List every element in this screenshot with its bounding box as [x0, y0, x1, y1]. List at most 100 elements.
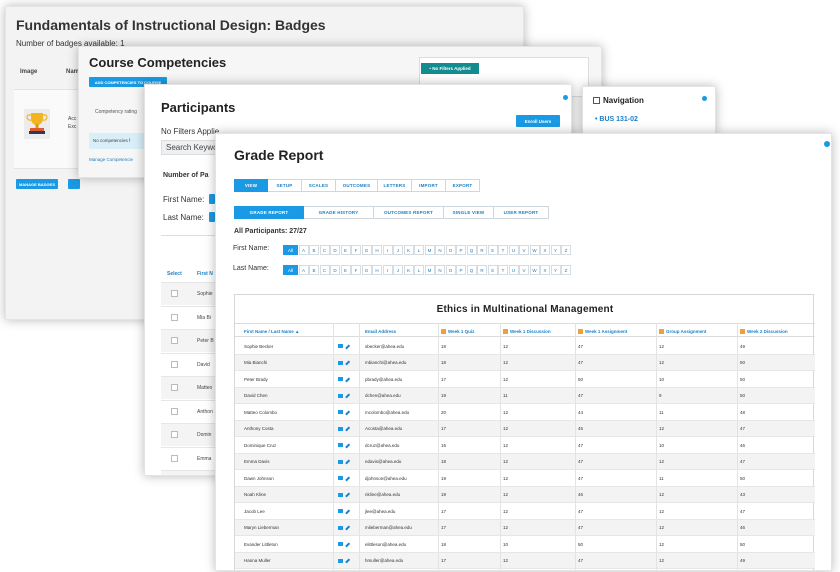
- student-name[interactable]: Noah Kline: [244, 487, 266, 504]
- grade-week1-discussion[interactable]: 12: [503, 421, 508, 438]
- student-name[interactable]: Anthony Costa: [244, 421, 274, 438]
- grade-week1-assignment[interactable]: 47: [578, 338, 583, 355]
- grade-week1-assignment[interactable]: 50: [578, 371, 583, 388]
- grade-group-assignment[interactable]: 9: [659, 388, 662, 405]
- initial-letter[interactable]: K: [403, 245, 414, 255]
- grade-week1-quiz[interactable]: 17: [441, 553, 446, 570]
- student-name[interactable]: Sophie Becker: [244, 338, 273, 355]
- student-name[interactable]: Peter Brady: [244, 371, 268, 388]
- initial-letter[interactable]: X: [540, 245, 550, 255]
- initial-letter[interactable]: P: [456, 245, 466, 255]
- initial-letter[interactable]: L: [414, 265, 424, 275]
- tab-single-view[interactable]: SINGLE VIEW: [444, 206, 494, 219]
- grade-week1-quiz[interactable]: 16: [441, 437, 446, 454]
- edit-pencil-icon[interactable]: [345, 442, 350, 448]
- initial-letter[interactable]: G: [361, 245, 372, 255]
- student-name[interactable]: Jacob Lee: [244, 503, 265, 520]
- participant-name[interactable]: Matteo: [197, 385, 212, 391]
- grade-week1-quiz[interactable]: 18: [441, 536, 446, 553]
- initial-letter[interactable]: D: [330, 265, 340, 275]
- initial-all[interactable]: All: [283, 245, 298, 255]
- participant-name[interactable]: Emma: [197, 456, 211, 462]
- initial-letter[interactable]: R: [477, 265, 487, 275]
- student-name[interactable]: Mia Bianchi: [244, 355, 267, 372]
- grade-week2-discussion[interactable]: 48: [740, 404, 745, 421]
- grade-week1-assignment[interactable]: 47: [578, 470, 583, 487]
- initial-letter[interactable]: A: [298, 245, 309, 255]
- grade-group-assignment[interactable]: 12: [659, 355, 664, 372]
- initial-letter[interactable]: J: [393, 265, 403, 275]
- grade-week1-assignment[interactable]: 47: [578, 388, 583, 405]
- initial-letter[interactable]: Z: [561, 265, 571, 275]
- message-icon[interactable]: [338, 377, 343, 382]
- grade-week1-discussion[interactable]: 12: [503, 520, 508, 537]
- message-icon[interactable]: [338, 509, 343, 514]
- grade-week1-assignment[interactable]: 50: [578, 536, 583, 553]
- grade-week2-discussion[interactable]: 49: [740, 338, 745, 355]
- initial-letter[interactable]: B: [309, 265, 319, 275]
- col-select-header[interactable]: Select: [167, 271, 182, 277]
- grade-week1-quiz[interactable]: 18: [441, 454, 446, 471]
- initial-letter[interactable]: R: [477, 245, 487, 255]
- grade-week1-discussion[interactable]: 12: [503, 470, 508, 487]
- grade-week2-discussion[interactable]: 50: [740, 355, 745, 372]
- grade-group-assignment[interactable]: 12: [659, 503, 664, 520]
- grade-group-assignment[interactable]: 11: [659, 470, 664, 487]
- select-checkbox[interactable]: [171, 290, 178, 297]
- edit-pencil-icon[interactable]: [345, 525, 350, 531]
- grade-week2-discussion[interactable]: 46: [740, 437, 745, 454]
- grade-week1-discussion[interactable]: 12: [503, 404, 508, 421]
- initial-letter[interactable]: I: [382, 265, 393, 275]
- tab-scales[interactable]: SCALES: [302, 179, 336, 192]
- grade-week1-discussion[interactable]: 11: [503, 388, 508, 405]
- select-checkbox[interactable]: [171, 337, 178, 344]
- edit-pencil-icon[interactable]: [345, 426, 350, 432]
- initial-letter[interactable]: X: [540, 265, 550, 275]
- message-icon[interactable]: [338, 393, 343, 398]
- grade-week1-quiz[interactable]: 20: [441, 404, 446, 421]
- initial-letter[interactable]: M: [424, 245, 435, 255]
- grade-report-settings-icon[interactable]: [824, 141, 830, 147]
- select-checkbox[interactable]: [171, 384, 178, 391]
- initial-letter[interactable]: O: [445, 265, 456, 275]
- grade-week1-assignment[interactable]: 44: [578, 404, 583, 421]
- grade-week2-discussion[interactable]: 50: [740, 470, 745, 487]
- grade-group-assignment[interactable]: 12: [659, 553, 664, 570]
- col-name-header[interactable]: First Name / Last Name ▲: [244, 324, 299, 338]
- tab-grade-history[interactable]: GRADE HISTORY: [304, 206, 374, 219]
- grade-week2-discussion[interactable]: 47: [740, 503, 745, 520]
- grade-week1-quiz[interactable]: 19: [441, 487, 446, 504]
- initial-all[interactable]: All: [283, 265, 298, 275]
- col-week1-quiz-header[interactable]: Week 1 Quiz: [441, 324, 474, 338]
- select-checkbox[interactable]: [171, 454, 178, 462]
- initial-letter[interactable]: W: [529, 265, 540, 275]
- select-checkbox[interactable]: [171, 313, 178, 321]
- grade-week1-quiz[interactable]: 19: [441, 470, 446, 487]
- initial-letter[interactable]: C: [319, 245, 330, 255]
- grade-group-assignment[interactable]: 12: [659, 520, 664, 537]
- initial-letter[interactable]: H: [372, 265, 382, 275]
- grade-week1-assignment[interactable]: 46: [578, 487, 583, 504]
- grade-group-assignment[interactable]: 10: [659, 371, 664, 388]
- edit-pencil-icon[interactable]: [345, 541, 350, 547]
- grade-week1-assignment[interactable]: 47: [578, 520, 583, 537]
- course-link[interactable]: • BUS 131-02: [595, 116, 638, 123]
- tab-user-report[interactable]: USER REPORT: [494, 206, 549, 219]
- grade-week1-discussion[interactable]: 10: [503, 536, 508, 553]
- message-icon[interactable]: [338, 360, 343, 365]
- message-icon[interactable]: [338, 443, 343, 448]
- grade-week1-quiz[interactable]: 17: [441, 503, 446, 520]
- participant-name[interactable]: Anthon: [197, 409, 213, 415]
- select-checkbox[interactable]: [171, 360, 178, 368]
- initial-letter[interactable]: N: [435, 245, 445, 255]
- grade-week1-discussion[interactable]: 12: [503, 355, 508, 372]
- grade-week1-discussion[interactable]: 12: [503, 371, 508, 388]
- tab-outcomes-report[interactable]: OUTCOMES REPORT: [374, 206, 444, 219]
- grade-week2-discussion[interactable]: 47: [740, 454, 745, 471]
- badges-secondary-button[interactable]: [68, 179, 80, 189]
- edit-pencil-icon[interactable]: [345, 475, 350, 481]
- initial-letter[interactable]: F: [351, 245, 361, 255]
- select-checkbox[interactable]: [171, 431, 178, 438]
- col-first-name-header[interactable]: First N: [197, 271, 213, 277]
- tab-setup[interactable]: SETUP: [268, 179, 302, 192]
